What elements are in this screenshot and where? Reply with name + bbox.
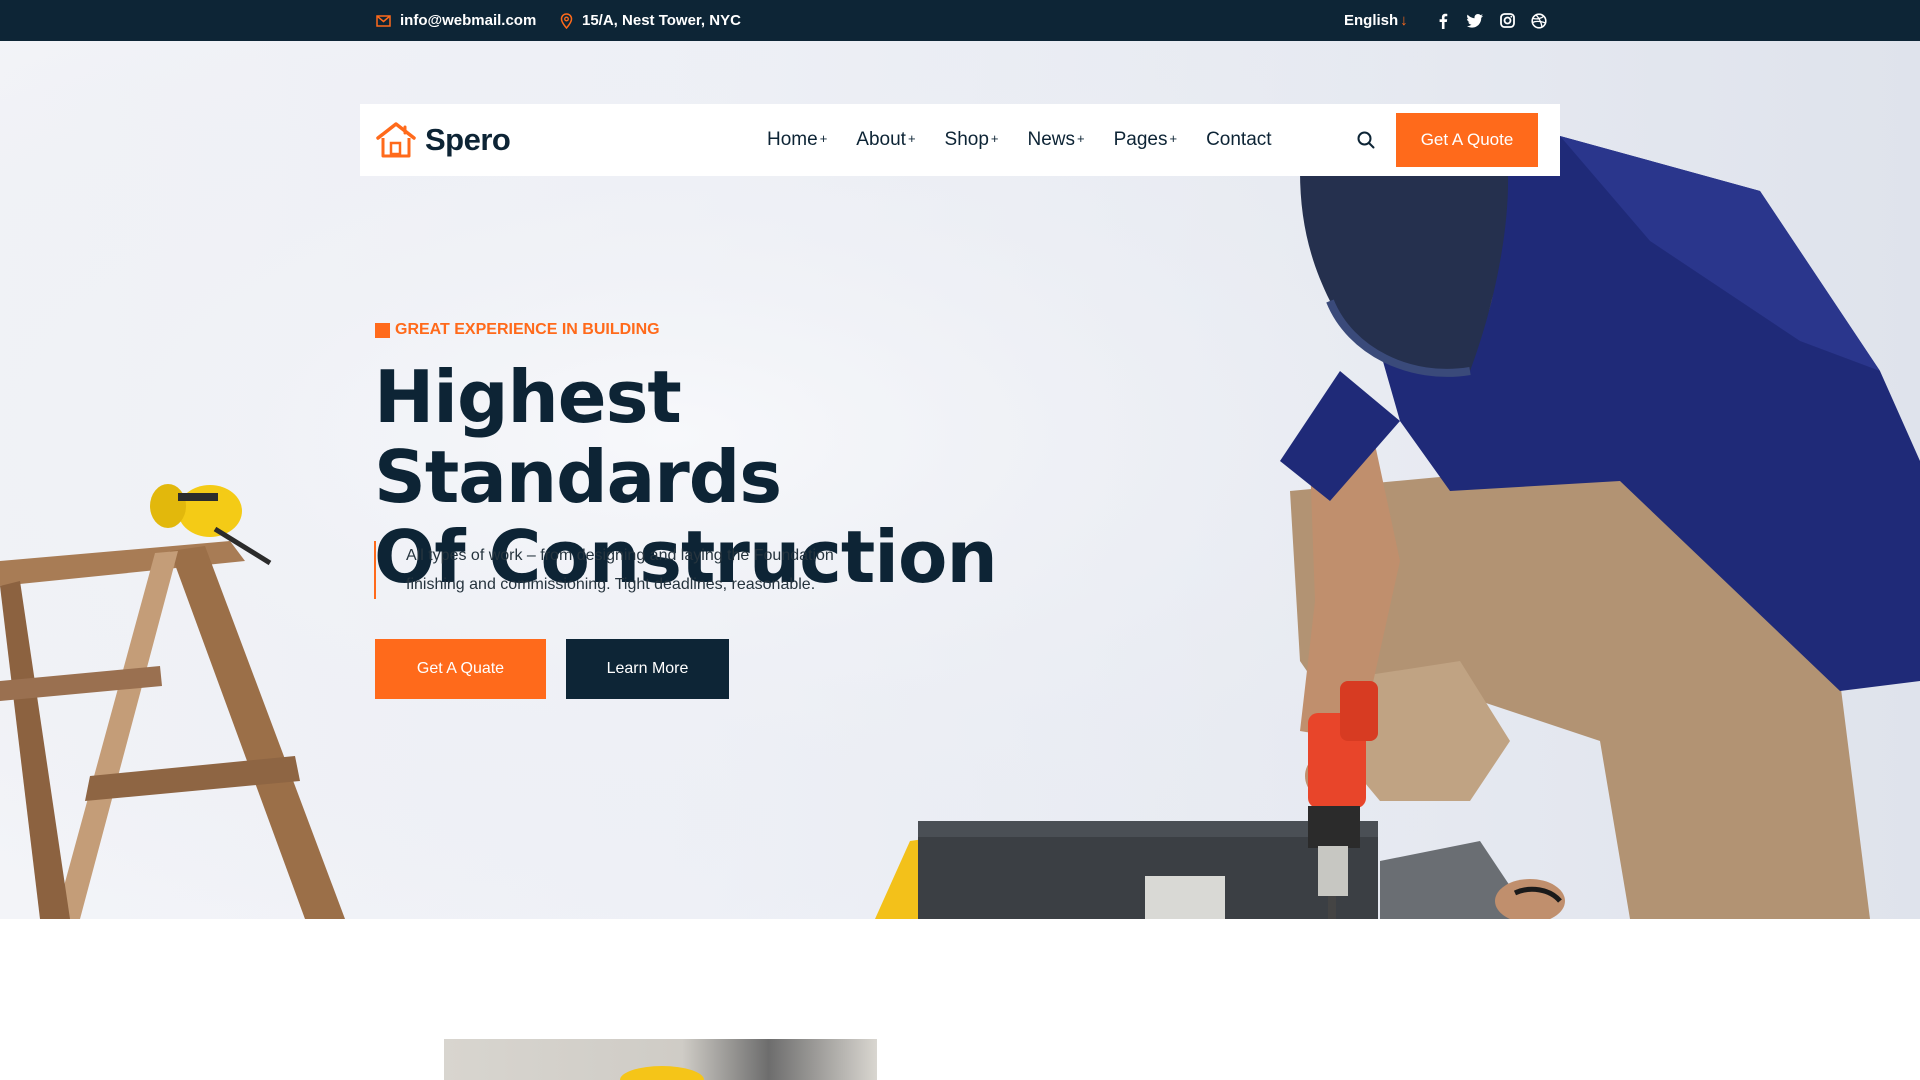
logo-text[interactable]: Spero: [425, 122, 511, 158]
topbar-email[interactable]: info@webmail.com: [376, 0, 536, 41]
toolbox-illustration: [875, 821, 1378, 919]
menu-item-about[interactable]: About +: [856, 129, 915, 151]
house-logo-icon: [376, 122, 416, 158]
mail-icon: [376, 14, 391, 27]
topbar-address-text: 15/A, Nest Tower, NYC: [582, 12, 741, 29]
square-bullet-icon: [375, 322, 390, 338]
hero-desc-line1: All types of work – from designing and l…: [406, 547, 834, 564]
hero-tagline-text: GREAT EXPERIENCE IN BUILDING: [395, 321, 660, 338]
language-label[interactable]: English: [1344, 12, 1398, 29]
menu-item-shop[interactable]: Shop +: [945, 129, 999, 151]
hero-learn-more-button[interactable]: Learn More: [566, 639, 729, 699]
hero-headline-line1: Highest Standards: [374, 355, 782, 519]
search-button[interactable]: [1340, 114, 1392, 166]
plus-icon: +: [1077, 131, 1085, 146]
plus-icon: +: [907, 131, 916, 146]
instagram-icon[interactable]: [1498, 12, 1516, 30]
twitter-icon[interactable]: [1466, 12, 1484, 30]
plus-icon: +: [1169, 131, 1178, 146]
menu-item-home[interactable]: Home +: [767, 129, 827, 151]
hero-description: All types of work – from designing and l…: [374, 541, 894, 599]
language-selector[interactable]: English ↓: [1344, 0, 1408, 41]
about-section-image: [444, 1039, 877, 1080]
topbar-address: 15/A, Nest Tower, NYC: [560, 0, 741, 41]
plus-icon: +: [990, 131, 999, 146]
facebook-icon[interactable]: [1434, 12, 1452, 30]
menu-item-label[interactable]: About: [856, 129, 906, 151]
menu-item-label[interactable]: Contact: [1206, 129, 1271, 151]
menu-item-label[interactable]: Shop: [945, 129, 989, 151]
social-links: [1434, 0, 1548, 41]
primary-menu: Home + About + Shop + News + Pages + Con…: [767, 104, 1301, 176]
search-icon: [1357, 131, 1375, 149]
logo[interactable]: Spero: [375, 121, 511, 159]
hero-desc-line2: finishing and commissioning. Tight deadl…: [406, 576, 816, 593]
menu-item-label[interactable]: Home: [767, 129, 818, 151]
top-bar: info@webmail.com 15/A, Nest Tower, NYC E…: [0, 0, 1920, 41]
menu-item-label[interactable]: Pages: [1114, 129, 1168, 151]
topbar-email-text[interactable]: info@webmail.com: [400, 12, 536, 29]
hero-tagline: GREAT EXPERIENCE IN BUILDING: [375, 321, 660, 339]
menu-item-news[interactable]: News +: [1028, 129, 1085, 151]
get-a-quote-button[interactable]: Get A Quote: [1396, 113, 1538, 167]
menu-item-contact[interactable]: Contact: [1206, 129, 1271, 151]
plus-icon: +: [819, 131, 828, 146]
arrow-down-icon: ↓: [1400, 12, 1408, 29]
hero-get-a-quate-button[interactable]: Get A Quate: [375, 639, 546, 699]
dribbble-icon[interactable]: [1530, 12, 1548, 30]
menu-item-label[interactable]: News: [1028, 129, 1076, 151]
main-navbar: Spero Home + About + Shop + News + Pages…: [360, 104, 1560, 176]
hard-hat-image: [620, 1066, 704, 1080]
menu-item-pages[interactable]: Pages +: [1114, 129, 1177, 151]
location-pin-icon: [560, 12, 573, 29]
